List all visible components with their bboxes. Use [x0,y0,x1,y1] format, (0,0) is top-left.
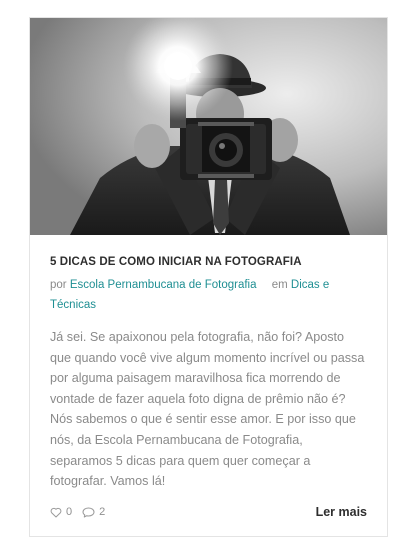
post-card: 5 DICAS DE COMO INICIAR NA FOTOGRAFIA po… [29,17,388,537]
in-label: em [271,279,288,291]
comments-link[interactable]: 2 [82,506,105,518]
post-meta: por Escola Pernambucana de Fotografia em… [50,275,368,315]
read-more-link[interactable]: Ler mais [316,505,367,519]
heart-icon [50,507,62,517]
comment-count: 2 [99,506,106,518]
post-featured-image[interactable] [30,18,387,235]
by-label: por [50,279,67,291]
post-title[interactable]: 5 DICAS DE COMO INICIAR NA FOTOGRAFIA [50,254,368,270]
post-footer: 0 2 Ler mais [50,502,367,522]
post-content: 5 DICAS DE COMO INICIAR NA FOTOGRAFIA po… [50,254,368,492]
post-excerpt: Já sei. Se apaixonou pela fotografia, nã… [50,330,365,489]
like-count: 0 [66,506,73,518]
comment-bubble-icon [82,507,95,517]
like-button[interactable]: 0 [50,506,72,518]
author-link[interactable]: Escola Pernambucana de Fotografia [70,279,257,291]
